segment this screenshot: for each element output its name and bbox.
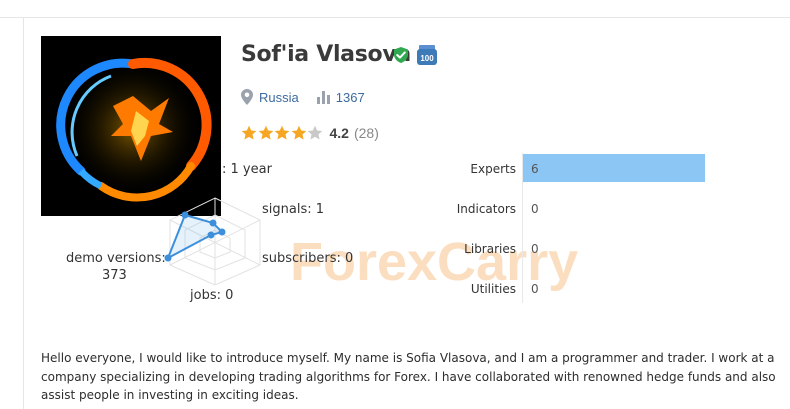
star-filled-icon xyxy=(274,125,290,140)
product-label-utilities[interactable]: Utilities xyxy=(406,282,516,296)
location-pin-icon xyxy=(241,89,253,105)
star-filled-icon xyxy=(258,125,273,140)
product-label-libraries[interactable]: Libraries xyxy=(406,242,516,256)
signals-stat: signals: 1 xyxy=(262,202,325,217)
profile-bio: Hello everyone, I would like to introduc… xyxy=(41,351,776,402)
star-filled-icon xyxy=(291,125,306,140)
reviews-count[interactable]: (28) xyxy=(354,125,379,141)
product-bar-experts[interactable] xyxy=(523,154,705,182)
star-filled-icon xyxy=(241,125,257,140)
product-count-indicators: 0 xyxy=(531,202,539,216)
product-count-utilities: 0 xyxy=(531,282,539,296)
jobs-stat: jobs: 0 xyxy=(190,288,234,303)
radar-chart xyxy=(164,197,261,286)
avatar[interactable] xyxy=(41,36,221,216)
rating-bars-icon xyxy=(316,90,330,104)
medal-100-icon: 100 xyxy=(417,45,437,65)
country-link[interactable]: Russia xyxy=(259,90,299,105)
rating-score: 4.2 xyxy=(329,125,349,141)
subscribers-stat: subscribers: 0 xyxy=(262,251,354,266)
rating-value[interactable]: 1367 xyxy=(336,90,365,105)
top-divider xyxy=(0,17,790,18)
left-divider xyxy=(23,17,24,409)
demo-versions-value: 373 xyxy=(102,268,127,283)
demo-versions-label: demo versions: xyxy=(66,251,166,266)
profile-meta: Russia 1367 xyxy=(241,88,365,106)
product-label-indicators[interactable]: Indicators xyxy=(406,202,516,216)
product-label-experts[interactable]: Experts xyxy=(406,162,516,176)
phoenix-avatar-image xyxy=(41,36,221,216)
product-count-experts: 6 xyxy=(531,162,539,176)
experience-stat: : 1 year xyxy=(222,162,272,177)
product-count-libraries: 0 xyxy=(531,242,539,256)
svg-text:100: 100 xyxy=(420,54,434,63)
star-empty-icon xyxy=(307,125,323,140)
profile-name: Sof'ia Vlasova xyxy=(241,42,411,67)
verified-shield-icon xyxy=(394,47,408,63)
star-rating: 4.2 (28) xyxy=(241,125,379,141)
